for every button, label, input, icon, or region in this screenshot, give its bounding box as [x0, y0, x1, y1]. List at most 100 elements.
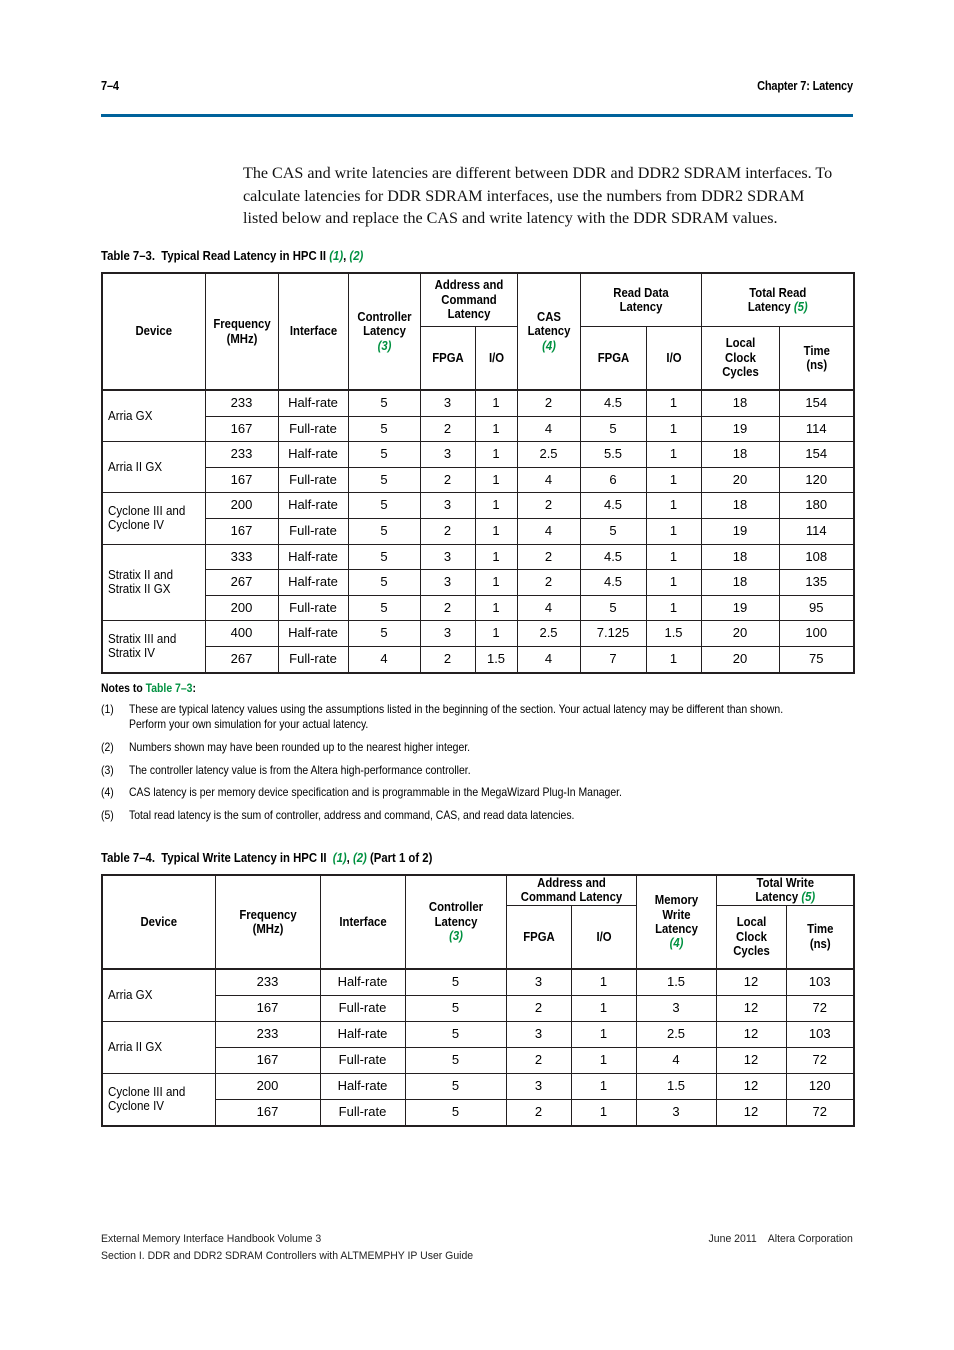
note-number: (1): [101, 703, 114, 716]
cell-freq: 267: [204, 569, 279, 596]
cell-addr-fpga: 2: [419, 517, 476, 545]
note-text: Numbers shown may have been rounded up t…: [129, 740, 471, 754]
notes-heading: Notes to Table 7–3:: [101, 682, 196, 695]
cell-time: 154: [778, 441, 856, 468]
cell-mem-write: 2.5: [635, 1020, 717, 1048]
cell-time: 72: [785, 1098, 856, 1127]
cell-freq: 200: [204, 594, 279, 622]
running-head: 7–4 Chapter 7: Latency: [101, 79, 853, 93]
table-write-caption-title: Typical Write Latency in HPC II: [161, 851, 327, 865]
th-addr-fpga: FPGA: [505, 904, 572, 970]
table-row: 167 Full-rate 5 2 1 4 5 1 19 114: [102, 415, 856, 443]
cell-rd-io: 1: [645, 492, 702, 519]
th-interface: Interface: [277, 272, 349, 391]
cell-addr-fpga: 2: [419, 466, 476, 494]
cell-ctrl: 5: [404, 968, 507, 996]
cell-addr-io: 1: [474, 389, 518, 417]
cell-addr-io: 1: [474, 415, 518, 443]
note-item: (4) CAS latency is per memory device spec…: [101, 785, 861, 800]
th-frequency: Frequency (MHz): [204, 272, 279, 391]
cell-addr-fpga: 2: [419, 594, 476, 622]
cell-cas: 2.5: [516, 441, 581, 468]
cell-freq: 200: [214, 1072, 321, 1100]
note-item: (2) Numbers shown may have been rounded u…: [101, 740, 861, 755]
th-controller-latency: Controller Latency (3): [404, 874, 507, 970]
cell-interface: Half-rate: [319, 1020, 406, 1048]
table-read-caption-label: Table 7–3.: [101, 249, 155, 263]
table-row: Arria GX 233 Half-rate 5 3 1 1.5 12 103: [101, 968, 856, 1022]
cell-rd-io: 1: [645, 389, 702, 417]
table-write-caption-label: Table 7–4.: [101, 851, 155, 865]
cell-device: Cyclone III and Cyclone IV: [101, 492, 206, 545]
th-time-ns: Time (ns): [778, 326, 856, 391]
cell-cas: 2: [516, 492, 581, 519]
cell-cas: 4: [516, 415, 581, 443]
notes-heading-ref[interactable]: Table 7–3: [146, 682, 193, 695]
cell-freq: 233: [214, 968, 321, 996]
chapter-title: Chapter 7: Latency: [757, 79, 853, 93]
cell-addr-fpga: 2: [505, 1046, 572, 1074]
cell-addr-io: 1: [570, 968, 637, 996]
cell-addr-io: 1: [570, 1020, 637, 1048]
cell-cycles: 18: [700, 543, 780, 571]
cell-addr-io: 1: [570, 1046, 637, 1074]
th-read-fpga: FPGA: [579, 326, 647, 391]
table-write-caption-note-2: (2): [352, 851, 367, 865]
cell-freq: 267: [204, 645, 279, 674]
cell-addr-fpga: 2: [505, 1098, 572, 1127]
cell-rd-io: 1: [645, 569, 702, 596]
cell-addr-fpga: 2: [505, 994, 572, 1022]
cell-rd-io: 1: [645, 466, 702, 494]
th-total-write-latency: Total Write Latency (5): [715, 873, 856, 906]
cell-rd-fpga: 5: [579, 415, 647, 443]
cell-ctrl: 5: [404, 1072, 507, 1100]
cell-time: 154: [778, 389, 856, 417]
table-row: 167 Full-rate 5 2 1 4 12 72: [102, 1046, 856, 1074]
cell-interface: Full-rate: [277, 645, 349, 674]
table-write-body: Arria GX 233 Half-rate 5 3 1 1.5 12 103 167 Full-r…: [101, 968, 856, 1127]
cell-freq: 233: [214, 1020, 321, 1048]
cell-ctrl: 5: [404, 994, 507, 1022]
table-row: 167 Full-rate 5 2 1 4 5 1 19 114: [102, 517, 856, 545]
cell-mem-write: 4: [635, 1046, 717, 1074]
cell-time: 120: [785, 1072, 856, 1100]
cell-addr-io: 1: [474, 569, 518, 596]
note-item: (1) These are typical latency values usin…: [101, 702, 861, 732]
cell-rd-io: 1: [645, 645, 702, 674]
cell-interface: Full-rate: [277, 415, 349, 443]
cell-cas: 4: [516, 517, 581, 545]
cell-rd-fpga: 4.5: [579, 569, 647, 596]
note-text: The controller latency value is from the…: [129, 763, 471, 777]
cell-cas: 2: [516, 543, 581, 571]
cell-mem-write: 3: [635, 1098, 717, 1127]
cell-time: 114: [778, 517, 856, 545]
header-rule: [101, 114, 853, 117]
cell-time: 108: [778, 543, 856, 571]
cell-freq: 167: [204, 517, 279, 545]
cell-freq: 400: [204, 620, 279, 647]
cell-ctrl: 5: [347, 543, 421, 571]
cell-cas: 4: [516, 466, 581, 494]
th-addr-io: I/O: [570, 904, 637, 970]
cell-cycles: 18: [700, 569, 780, 596]
cell-cycles: 20: [700, 645, 780, 674]
th-addr-io: I/O: [474, 326, 518, 391]
cell-addr-io: 1: [474, 441, 518, 468]
cell-time: 135: [778, 569, 856, 596]
cell-addr-fpga: 3: [419, 620, 476, 647]
note-number: (4): [101, 786, 114, 800]
cell-ctrl: 5: [347, 594, 421, 622]
cell-freq: 167: [204, 415, 279, 443]
cell-rd-io: 1: [645, 517, 702, 545]
note-number: (2): [101, 740, 114, 754]
th-local-clock-cycles: Local Clock Cycles: [715, 904, 787, 970]
cell-addr-fpga: 3: [419, 441, 476, 468]
page-folio: 7–4: [101, 79, 119, 93]
cell-cas: 4: [516, 594, 581, 622]
cell-addr-fpga: 3: [419, 492, 476, 519]
cell-addr-fpga: 2: [419, 415, 476, 443]
cell-addr-fpga: 3: [505, 1020, 572, 1048]
table-read-caption-note-1: (1): [329, 249, 344, 263]
cell-interface: Half-rate: [277, 569, 349, 596]
table-row: 167 Full-rate 5 2 1 3 12 72: [102, 1098, 856, 1127]
